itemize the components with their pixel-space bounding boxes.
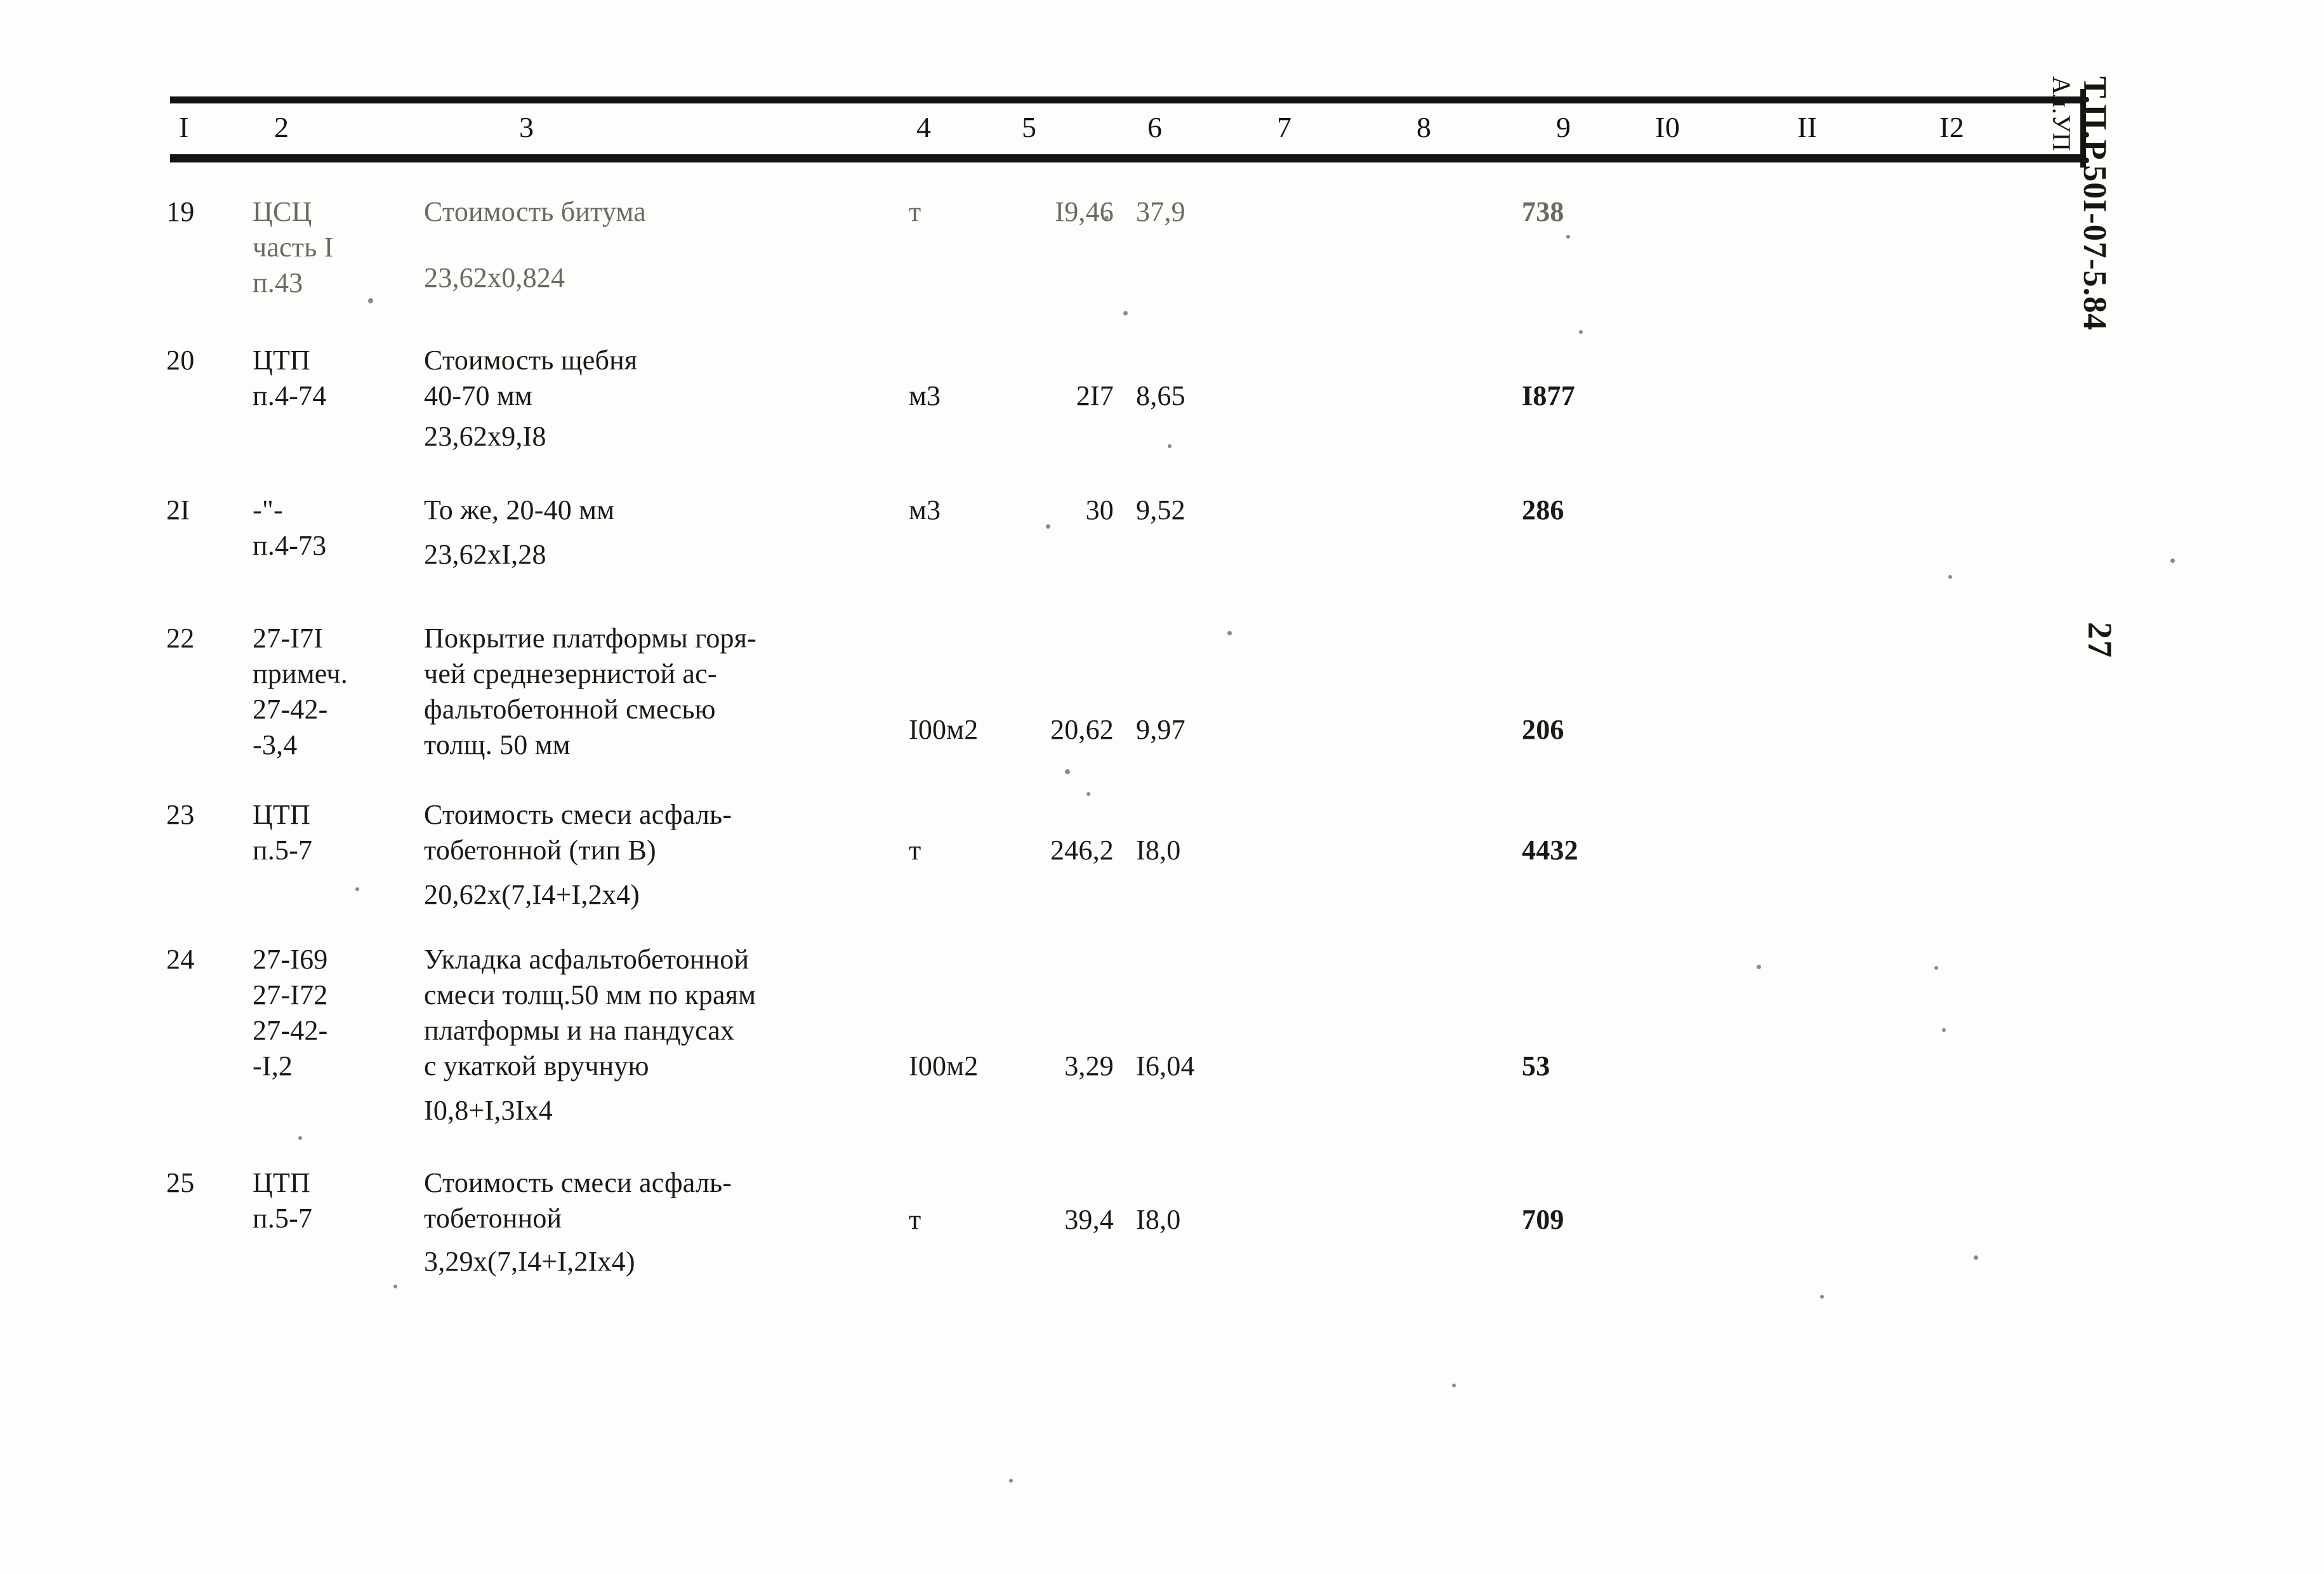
row-total: 53 — [1522, 1050, 1550, 1081]
row-quantity: I9,46 — [1055, 196, 1114, 227]
row-description: Стоимость смеси асфаль- тобетонной — [424, 1167, 732, 1234]
row-total: 206 — [1522, 714, 1564, 745]
row-unit: т — [909, 1204, 921, 1235]
row-total: 709 — [1522, 1204, 1564, 1235]
scan-speck — [1579, 330, 1583, 334]
scan-speck — [2170, 559, 2175, 563]
row-unit: м3 — [909, 494, 941, 526]
row-unit: м3 — [909, 380, 941, 411]
scanned-page: I 2 3 4 5 6 7 8 9 I0 II I2 19 ЦСЦ часть … — [0, 0, 2324, 1574]
row-unit-price: 9,52 — [1136, 494, 1185, 526]
row-code: -"- п.4-73 — [253, 494, 327, 561]
row-number: 2I — [166, 494, 190, 526]
row-description: То же, 20-40 мм — [424, 494, 615, 526]
column-header-1: I — [179, 111, 189, 143]
scan-speck — [393, 1285, 397, 1288]
row-quantity: 39,4 — [1064, 1204, 1114, 1235]
row-description: Стоимость щебня 40-70 мм — [424, 345, 638, 411]
scan-speck — [1942, 1028, 1946, 1032]
row-description: Укладка асфальтобетонной смеси толщ.50 м… — [424, 944, 756, 1081]
row-quantity: 3,29 — [1064, 1050, 1114, 1081]
row-unit: I00м2 — [909, 1050, 979, 1081]
row-unit-price: 9,97 — [1136, 714, 1185, 745]
row-number: 25 — [166, 1167, 195, 1198]
row-description: Стоимость смеси асфаль- тобетонной (тип … — [424, 799, 732, 866]
row-total: 4432 — [1522, 835, 1578, 866]
scan-speck — [1820, 1295, 1824, 1299]
scan-speck — [1974, 1255, 1978, 1260]
row-code: ЦТП п.5-7 — [253, 799, 313, 866]
column-header-6: 6 — [1147, 111, 1163, 143]
scan-speck — [1168, 444, 1172, 448]
row-number: 24 — [166, 944, 195, 975]
row-unit: I00м2 — [909, 714, 979, 745]
column-header-5: 5 — [1022, 111, 1037, 143]
column-header-8: 8 — [1416, 111, 1432, 143]
row-unit: т — [909, 196, 921, 227]
row-number: 22 — [166, 623, 195, 654]
scan-speck — [1452, 1384, 1456, 1387]
scan-speck — [1009, 1479, 1013, 1483]
scan-speck — [1123, 311, 1128, 315]
scan-speck — [1948, 575, 1952, 579]
row-formula: 23,62х9,I8 — [424, 421, 546, 452]
album-stamp: Ал.УП — [2047, 76, 2076, 152]
row-total: 738 — [1522, 196, 1564, 227]
row-unit: т — [909, 835, 921, 866]
scan-speck — [1566, 235, 1570, 239]
row-quantity: 2I7 — [1076, 380, 1114, 411]
scan-speck — [1757, 965, 1761, 969]
row-number: 19 — [166, 196, 195, 227]
row-code: ЦТП п.5-7 — [253, 1167, 313, 1234]
row-quantity: 20,62 — [1050, 714, 1114, 745]
column-header-3: 3 — [519, 111, 534, 143]
row-number: 20 — [166, 345, 195, 376]
row-unit-price: I8,0 — [1136, 835, 1181, 866]
column-header-11: II — [1797, 111, 1818, 143]
column-header-2: 2 — [274, 111, 289, 143]
page-number: 27 — [2081, 622, 2119, 659]
column-header-4: 4 — [916, 111, 932, 143]
row-formula: 20,62х(7,I4+I,2х4) — [424, 879, 640, 910]
row-unit-price: I8,0 — [1136, 1204, 1181, 1235]
row-code: ЦСЦ часть I п.43 — [253, 196, 334, 298]
row-description: Покрытие платформы горя- чей среднезерни… — [424, 623, 757, 760]
column-header-7: 7 — [1277, 111, 1292, 143]
row-unit-price: I6,04 — [1136, 1050, 1195, 1081]
row-code: 27-I7I примеч. 27-42- -3,4 — [253, 623, 348, 760]
scan-speck — [1934, 966, 1938, 970]
row-code: ЦТП п.4-74 — [253, 345, 327, 411]
column-header-12: I2 — [1939, 111, 1965, 143]
scan-speck — [1227, 631, 1232, 635]
column-header-9: 9 — [1556, 111, 1571, 143]
row-quantity: 246,2 — [1050, 835, 1114, 866]
column-header-10: I0 — [1655, 111, 1680, 143]
row-formula: 23,62х0,824 — [424, 262, 565, 293]
row-description: Стоимость битума — [424, 196, 647, 227]
document-code-stamp: Т.П.Р.50I-07-5.84 — [2076, 76, 2113, 331]
row-total: 286 — [1522, 494, 1564, 526]
row-unit-price: 8,65 — [1136, 380, 1185, 411]
row-number: 23 — [166, 799, 195, 830]
scan-speck — [1065, 769, 1070, 774]
table-bottom-rule — [170, 154, 2080, 162]
row-formula: 23,62хI,28 — [424, 539, 546, 570]
row-formula: 3,29х(7,I4+I,2Iх4) — [424, 1246, 635, 1277]
table-top-rule — [170, 96, 2080, 103]
row-total: I877 — [1522, 380, 1575, 411]
row-quantity: 30 — [1085, 494, 1114, 526]
row-code: 27-I69 27-I72 27-42- -I,2 — [253, 944, 328, 1081]
scan-speck — [355, 887, 359, 891]
scan-speck — [298, 1136, 302, 1140]
row-formula: I0,8+I,3Iх4 — [424, 1095, 553, 1126]
row-unit-price: 37,9 — [1136, 196, 1185, 227]
scan-speck — [1086, 792, 1090, 796]
